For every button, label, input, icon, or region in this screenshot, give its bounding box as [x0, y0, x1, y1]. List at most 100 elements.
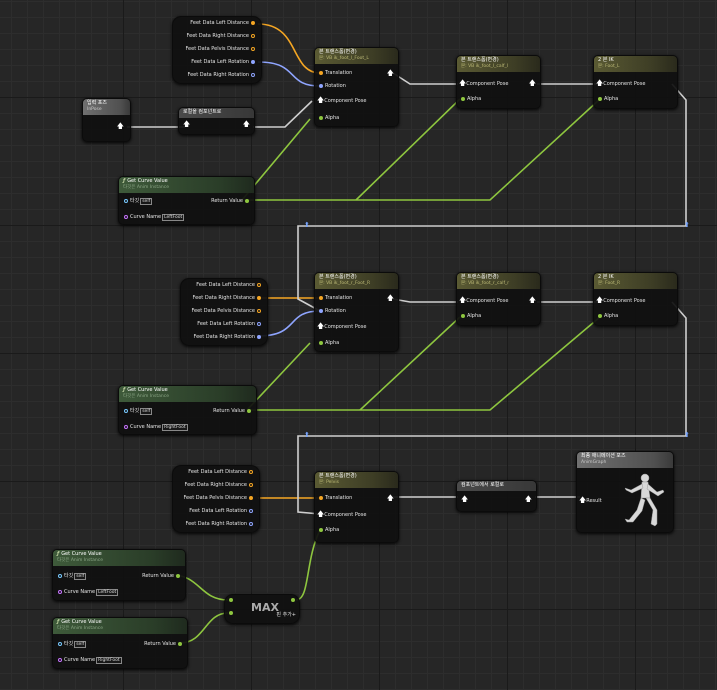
rotator-pin-icon[interactable] [251, 72, 255, 77]
final-animation-pose-node[interactable]: 최종 애니메이션 포즈 AnimGraph 🡅Result [576, 451, 674, 533]
translation-pin-icon[interactable] [319, 495, 323, 500]
modify-bone-node-calf-r[interactable]: 본 트랜스폼(변경) 본: VB ik_foot_r_calf_r 🡅 Compon… [456, 272, 541, 326]
alpha-pin-icon[interactable] [319, 527, 323, 532]
alpha-pin-icon[interactable] [598, 96, 602, 101]
pose-pin-icon[interactable]: 🡅 [387, 70, 394, 77]
struct-pin-icon[interactable] [257, 282, 261, 287]
function-icon: ƒ [57, 619, 60, 625]
node-subtitle: 타깃은 Anim Instance [57, 626, 103, 631]
wire-rotation-1 [257, 61, 321, 87]
pose-pin-icon[interactable]: 🡅 [525, 496, 532, 503]
rotator-pin-icon[interactable] [257, 321, 261, 326]
return-pin-icon[interactable] [176, 573, 180, 578]
struct-pin-icon[interactable] [249, 495, 253, 500]
input-pin-icon[interactable] [229, 610, 233, 615]
pose-pin-icon[interactable]: 🡅 [243, 121, 250, 128]
function-icon: ƒ [57, 551, 60, 557]
return-pin-icon[interactable] [247, 408, 251, 413]
wire-alpha-4 [247, 316, 601, 411]
pin-label: Feet Data Pelvis Distance [185, 46, 249, 52]
alpha-pin-icon[interactable] [598, 313, 602, 318]
return-pin-icon[interactable] [245, 198, 249, 203]
break-feet-data-node-2[interactable]: Feet Data Left Distance Feet Data Right … [180, 278, 268, 346]
input-pin-icon[interactable] [229, 597, 233, 602]
max-node[interactable]: MAX 핀 추가+ [224, 594, 300, 624]
get-curve-value-node-1[interactable]: ƒ Get Curve Value 타깃은 Anim Instance 타깃 self… [118, 176, 255, 225]
pose-pin-icon[interactable]: 🡅 [387, 295, 394, 302]
modify-bone-node-calf-l[interactable]: 본 트랜스폼(변경) 본: VB ik_foot_l_calf_l 🡅 Compon… [456, 55, 541, 109]
struct-pin-icon[interactable] [251, 20, 255, 25]
curve-name-input[interactable]: RightFoot [96, 657, 122, 664]
two-bone-ik-node-1[interactable]: 2 본 IK 본: Foot_L 🡅Component Pose Alpha [593, 55, 678, 109]
target-pin-icon[interactable] [58, 573, 62, 578]
add-pin-button[interactable]: 핀 추가 [276, 612, 291, 618]
pin-label: Feet Data Left Distance [196, 282, 255, 288]
node-title: 본 트랜스폼(변경) [319, 473, 357, 479]
reroute-arrow[interactable]: ⬆ [304, 222, 310, 229]
rotator-pin-icon[interactable] [249, 508, 253, 513]
pose-pin-icon[interactable]: 🡅 [117, 123, 124, 130]
translation-pin-icon[interactable] [319, 295, 323, 300]
anim-graph-canvas[interactable]: ⬆ ⬆ ⬆ ⬆ Feet Data Left Distance Feet Dat… [0, 0, 717, 690]
plus-icon[interactable]: + [292, 612, 296, 618]
reroute-arrow[interactable]: ⬆ [684, 432, 690, 439]
pose-pin-icon[interactable]: 🡅 [529, 297, 536, 304]
rotator-pin-icon[interactable] [249, 521, 253, 526]
wire-pose-c [392, 72, 458, 85]
get-curve-value-node-3[interactable]: ƒ Get Curve Value 타깃은 Anim Instance 타깃 self… [52, 549, 186, 601]
component-to-local-node[interactable]: 컴포넌트에서 로컬로 🡅 🡅 [456, 480, 537, 512]
struct-pin-icon[interactable] [251, 46, 255, 51]
rotator-pin-icon[interactable] [257, 334, 261, 339]
rotation-pin-icon[interactable] [319, 308, 323, 313]
curve-name-input[interactable]: RightFoot [162, 424, 188, 431]
pin-label: Return Value [142, 573, 174, 579]
alpha-pin-icon[interactable] [319, 340, 323, 345]
pose-pin-icon[interactable]: 🡅 [529, 80, 536, 87]
rotator-pin-icon[interactable] [251, 59, 255, 64]
reroute-arrow[interactable]: ⬆ [304, 432, 310, 439]
pin-label: Feet Data Right Distance [186, 33, 249, 39]
target-pin-icon[interactable] [58, 641, 62, 646]
curve-name-input[interactable]: LeftFoot [162, 214, 185, 221]
modify-bone-node-1[interactable]: 본 트랜스폼(변경) 본: VB ik_foot_l_Foot_L Transla… [314, 47, 399, 127]
name-pin-icon[interactable] [124, 214, 128, 219]
modify-bone-node-pelvis[interactable]: 본 트랜스폼(변경) 본: Pelvis Translation 🡅 Compone… [314, 471, 399, 543]
pose-pin-icon[interactable]: 🡅 [183, 121, 190, 128]
pin-label: Feet Data Left Distance [188, 469, 247, 475]
alpha-pin-icon[interactable] [461, 96, 465, 101]
pose-pin-icon[interactable]: 🡅 [387, 495, 394, 502]
rotation-pin-icon[interactable] [319, 83, 323, 88]
target-pin-icon[interactable] [124, 408, 128, 413]
two-bone-ik-node-2[interactable]: 2 본 IK 본: Foot_R 🡅Component Pose Alpha [593, 272, 678, 326]
modify-bone-node-2[interactable]: 본 트랜스폼(변경) 본: VB ik_foot_r_Foot_R Transla… [314, 272, 399, 352]
struct-pin-icon[interactable] [251, 33, 255, 38]
wire-pose-b [253, 100, 313, 128]
get-curve-value-node-2[interactable]: ƒ Get Curve Value 타깃은 Anim Instance 타깃 self… [118, 385, 257, 435]
input-pose-node[interactable]: 입력 포즈 InPose 🡅 [82, 98, 131, 142]
target-pin-icon[interactable] [124, 198, 128, 203]
translation-pin-icon[interactable] [319, 70, 323, 75]
pin-label: Alpha [604, 96, 619, 102]
alpha-pin-icon[interactable] [319, 115, 323, 120]
name-pin-icon[interactable] [58, 589, 62, 594]
struct-pin-icon[interactable] [257, 308, 261, 313]
output-pin-icon[interactable] [291, 597, 295, 602]
return-pin-icon[interactable] [178, 641, 182, 646]
pin-label: 타깃 [64, 641, 74, 647]
struct-pin-icon[interactable] [249, 469, 253, 474]
alpha-pin-icon[interactable] [461, 313, 465, 318]
name-pin-icon[interactable] [58, 657, 62, 662]
break-feet-data-node-3[interactable]: Feet Data Left Distance Feet Data Right … [172, 465, 260, 533]
reroute-arrow[interactable]: ⬆ [684, 222, 690, 229]
node-title: 2 본 IK [598, 274, 614, 280]
get-curve-value-node-4[interactable]: ƒ Get Curve Value 타깃은 Anim Instance 타깃 self… [52, 617, 188, 669]
local-to-component-node[interactable]: 로컬을 컴포넌트로 🡅 🡅 [178, 107, 255, 135]
curve-name-input[interactable]: LeftFoot [96, 589, 119, 596]
break-feet-data-node-1[interactable]: Feet Data Left Distance Feet Data Right … [172, 16, 262, 84]
pose-pin-icon[interactable]: 🡅 [461, 496, 468, 503]
name-pin-icon[interactable] [124, 424, 128, 429]
pin-label: Result [586, 498, 602, 504]
struct-pin-icon[interactable] [257, 295, 261, 300]
struct-pin-icon[interactable] [249, 482, 253, 487]
node-title: Get Curve Value [61, 619, 102, 625]
